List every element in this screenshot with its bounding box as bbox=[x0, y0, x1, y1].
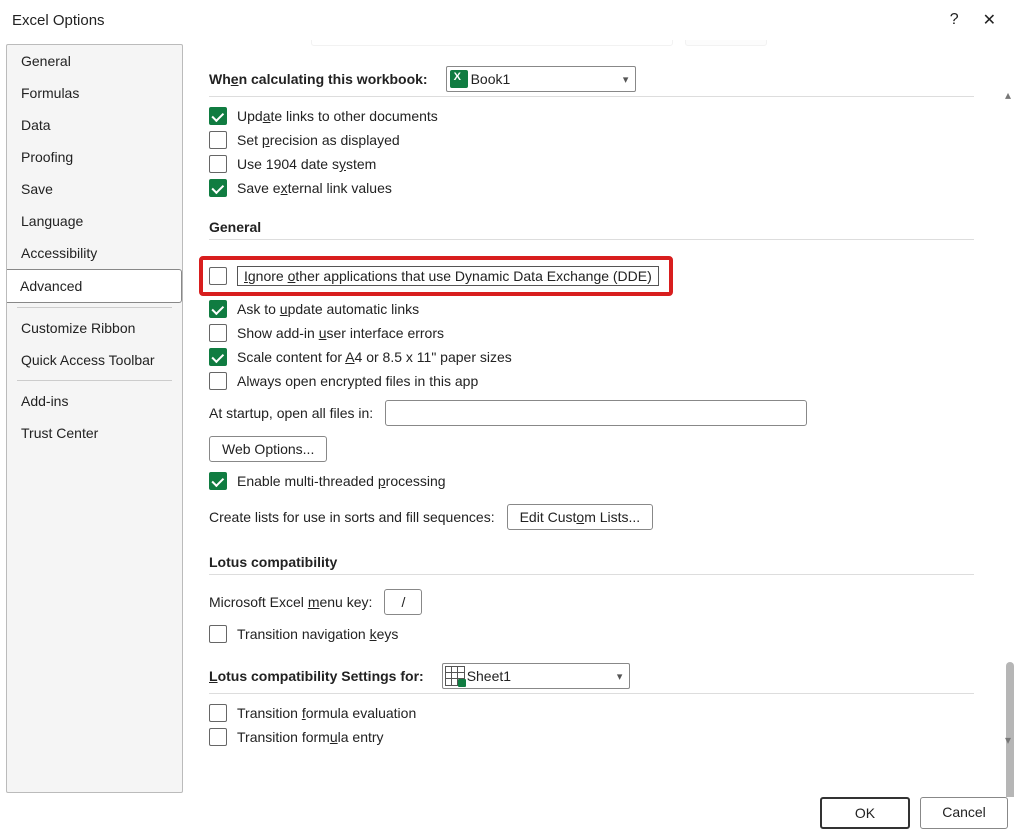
sidebar-item-quick-access-toolbar[interactable]: Quick Access Toolbar bbox=[7, 344, 182, 376]
section-when-calculating: When calculating this workbook: Book1 ▾ bbox=[209, 66, 974, 97]
sidebar-item-add-ins[interactable]: Add-ins bbox=[7, 385, 182, 417]
section-lotus-for: Lotus compatibility Settings for: Sheet1… bbox=[209, 663, 974, 694]
cancel-button[interactable]: Cancel bbox=[920, 797, 1008, 829]
help-icon[interactable]: ? bbox=[938, 7, 971, 33]
dialog-title: Excel Options bbox=[12, 12, 105, 29]
highlighted-dde-option: Ignore other applications that use Dynam… bbox=[199, 256, 673, 296]
section-lotus: Lotus compatibility bbox=[209, 554, 974, 575]
sidebar-item-advanced[interactable]: Advanced bbox=[6, 269, 182, 303]
workbook-name: Book1 bbox=[471, 71, 517, 87]
calc-label: Use 1904 date system bbox=[237, 156, 376, 172]
dde-checkbox[interactable] bbox=[209, 267, 227, 285]
clipped-row-above bbox=[209, 40, 974, 48]
startup-label: At startup, open all files in: bbox=[209, 405, 373, 421]
calc-label: Set precision as displayed bbox=[237, 132, 400, 148]
calc-checkbox[interactable] bbox=[209, 131, 227, 149]
sidebar-item-proofing[interactable]: Proofing bbox=[7, 141, 182, 173]
edit-custom-lists-button[interactable]: Edit Custom Lists... bbox=[507, 504, 654, 530]
lotus-for-checkbox[interactable] bbox=[209, 704, 227, 722]
section-label: When calculating this workbook: bbox=[209, 71, 428, 87]
calc-checkbox[interactable] bbox=[209, 155, 227, 173]
lotus-for-label: Transition formula entry bbox=[237, 729, 384, 745]
scroll-down-icon[interactable]: ▾ bbox=[1002, 733, 1014, 745]
sheet-name: Sheet1 bbox=[467, 668, 517, 684]
menu-key-label: Microsoft Excel menu key: bbox=[209, 594, 372, 610]
calc-option: Use 1904 date system bbox=[209, 155, 974, 173]
ok-button[interactable]: OK bbox=[820, 797, 910, 829]
sidebar-item-accessibility[interactable]: Accessibility bbox=[7, 237, 182, 269]
sidebar-item-customize-ribbon[interactable]: Customize Ribbon bbox=[7, 312, 182, 344]
general-label: Always open encrypted files in this app bbox=[237, 373, 478, 389]
category-sidebar: GeneralFormulasDataProofingSaveLanguageA… bbox=[6, 44, 183, 793]
calc-checkbox[interactable] bbox=[209, 179, 227, 197]
workbook-select[interactable]: Book1 ▾ bbox=[446, 66, 636, 92]
chevron-down-icon: ▾ bbox=[616, 73, 635, 86]
lotus-for-option: Transition formula entry bbox=[209, 728, 974, 746]
dialog-footer: OK Cancel bbox=[820, 797, 1008, 829]
excel-icon bbox=[449, 69, 469, 89]
sheet-icon bbox=[445, 666, 465, 686]
sidebar-item-language[interactable]: Language bbox=[7, 205, 182, 237]
general-checkbox[interactable] bbox=[209, 300, 227, 318]
sheet-select[interactable]: Sheet1 ▾ bbox=[442, 663, 630, 689]
menu-key-input[interactable]: / bbox=[384, 589, 422, 615]
vertical-scrollbar[interactable]: ▴ ▾ bbox=[1000, 88, 1016, 745]
calc-label: Save external link values bbox=[237, 180, 392, 196]
sidebar-item-formulas[interactable]: Formulas bbox=[7, 77, 182, 109]
chevron-down-icon: ▾ bbox=[610, 670, 629, 683]
startup-path-input[interactable] bbox=[385, 400, 807, 426]
general-option: Scale content for A4 or 8.5 x 11" paper … bbox=[209, 348, 974, 366]
calc-option: Update links to other documents bbox=[209, 107, 974, 125]
general-checkbox[interactable] bbox=[209, 372, 227, 390]
multithread-label: Enable multi-threaded processing bbox=[237, 473, 446, 489]
multithread-checkbox[interactable] bbox=[209, 472, 227, 490]
scroll-up-icon[interactable]: ▴ bbox=[1002, 88, 1014, 100]
create-lists-label: Create lists for use in sorts and fill s… bbox=[209, 509, 495, 525]
lotus-for-label: Transition formula evaluation bbox=[237, 705, 416, 721]
section-general: General bbox=[209, 219, 974, 240]
general-checkbox[interactable] bbox=[209, 348, 227, 366]
close-icon[interactable]: ✕ bbox=[971, 6, 1008, 34]
web-options-button[interactable]: Web Options... bbox=[209, 436, 327, 462]
sidebar-item-save[interactable]: Save bbox=[7, 173, 182, 205]
nav-keys-label: Transition navigation keys bbox=[237, 626, 398, 642]
calc-label: Update links to other documents bbox=[237, 108, 438, 124]
titlebar: Excel Options ? ✕ bbox=[0, 0, 1020, 40]
general-label: Scale content for A4 or 8.5 x 11" paper … bbox=[237, 349, 512, 365]
sidebar-item-data[interactable]: Data bbox=[7, 109, 182, 141]
general-option: Always open encrypted files in this app bbox=[209, 372, 974, 390]
general-option: Show add-in user interface errors bbox=[209, 324, 974, 342]
scroll-thumb[interactable] bbox=[1006, 662, 1014, 797]
dde-label: Ignore other applications that use Dynam… bbox=[237, 266, 659, 286]
lotus-for-checkbox[interactable] bbox=[209, 728, 227, 746]
sidebar-item-trust-center[interactable]: Trust Center bbox=[7, 417, 182, 449]
general-label: Show add-in user interface errors bbox=[237, 325, 444, 341]
lotus-for-option: Transition formula evaluation bbox=[209, 704, 974, 722]
sidebar-item-general[interactable]: General bbox=[7, 45, 182, 77]
calc-option: Set precision as displayed bbox=[209, 131, 974, 149]
general-checkbox[interactable] bbox=[209, 324, 227, 342]
general-label: Ask to update automatic links bbox=[237, 301, 419, 317]
calc-checkbox[interactable] bbox=[209, 107, 227, 125]
general-option: Ask to update automatic links bbox=[209, 300, 974, 318]
nav-keys-checkbox[interactable] bbox=[209, 625, 227, 643]
calc-option: Save external link values bbox=[209, 179, 974, 197]
